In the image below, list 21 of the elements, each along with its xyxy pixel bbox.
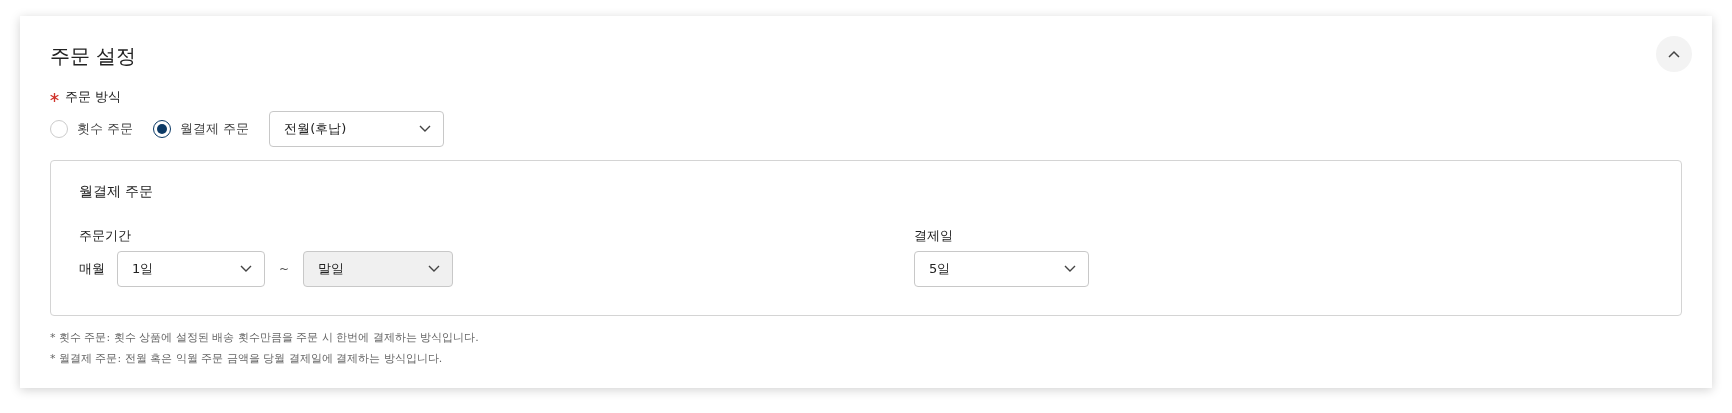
chevron-icon [1668,50,1680,58]
collapse-button[interactable] [1656,36,1692,72]
radio-option[interactable]: 월결제 주문 [153,120,250,138]
radio-button[interactable] [153,120,172,138]
dropdown-select[interactable]: 1일 [117,251,265,287]
chevron-down-icon [240,265,252,273]
prefix-label: 매월 [79,260,105,278]
field-label: 주문 방식 [65,88,122,106]
field-label: 결제일 [914,227,954,245]
help-note: * 월결제 주문: 전월 혹은 익월 주문 금액을 당월 결제일에 결제하는 방식입니다. [50,351,444,366]
section-title: 주문 설정 [50,42,137,70]
radio-option[interactable]: 횟수 주문 [50,120,134,138]
chevron-down-icon [1064,265,1076,273]
chevron-down-icon [428,265,441,273]
chevron-down-icon [419,125,432,133]
field-label: 주문기간 [79,227,132,245]
range-separator: ~ [279,262,290,276]
dropdown-select[interactable]: 전월(후납) [269,111,445,147]
help-note: * 횟수 주문: 횟수 상품에 설정된 배송 횟수만큼을 주문 시 한번에 결제하는 방식입니다. [50,330,480,345]
dropdown-select[interactable]: 5일 [914,251,1089,287]
panel-title: 월결제 주문 [79,183,155,201]
